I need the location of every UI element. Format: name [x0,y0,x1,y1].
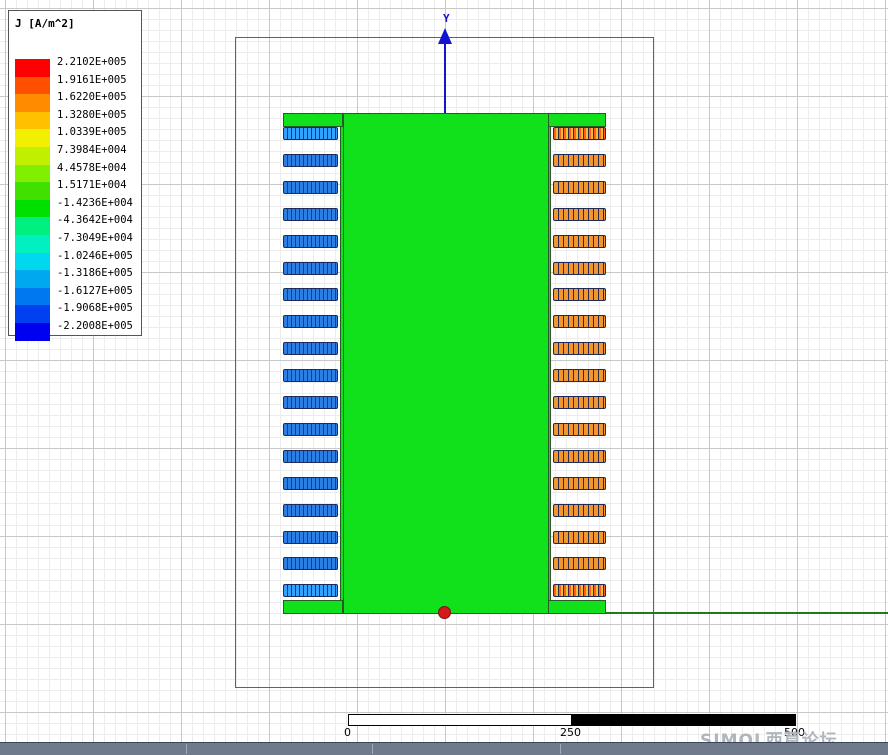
field-legend[interactable]: J [A/m^2] 2.2102E+005 1.9161E+005 1.6220E+… [8,10,142,341]
legend-label: 1.9161E+005 [57,73,127,86]
legend-swatch [15,147,50,165]
coil-turn-right[interactable] [553,530,606,544]
legend-label: 4.4578E+004 [57,161,127,174]
scale-label-0: 0 [344,726,351,739]
legend-title: J [A/m^2] [15,17,75,30]
legend-swatch [15,111,50,130]
coil-turn-right[interactable] [553,369,606,383]
legend-swatch [15,59,50,77]
coil-turn-left[interactable] [283,530,338,544]
legend-label: -1.4236E+004 [57,196,133,209]
coil-turn-right[interactable] [553,261,606,275]
transformer-core-center[interactable] [340,113,551,614]
legend-swatch [15,217,50,235]
legend-entry: -2.2008E+005 [15,320,141,341]
coil-turn-left[interactable] [283,476,338,490]
legend-label: 2.2102E+005 [57,56,127,68]
legend-label: 1.6220E+005 [57,91,127,104]
coil-turn-left[interactable] [283,153,338,167]
legend-swatch [15,76,50,95]
status-divider [186,744,187,754]
status-bar [0,742,888,755]
coil-turn-left[interactable] [283,288,338,302]
coil-turn-right[interactable] [553,342,606,356]
coil-turn-right[interactable] [553,476,606,490]
coil-turn-right[interactable] [553,127,606,140]
coil-turn-left[interactable] [283,557,338,571]
legend-label: -2.2008E+005 [57,320,133,332]
coil-turn-right[interactable] [553,207,606,221]
coil-turn-right[interactable] [553,288,606,302]
legend-label: -4.3642E+004 [57,214,133,227]
coil-turn-right[interactable] [553,315,606,329]
model-viewport[interactable]: Y J [A/m^2] 2.2102E+005 1.9161E+005 1.6220… [0,0,888,752]
core-yoke-top-right[interactable] [548,113,606,127]
legend-label: -1.0246E+005 [57,249,133,262]
legend-swatch [15,270,50,288]
coil-turn-left[interactable] [283,261,338,275]
legend-label: -1.9068E+005 [57,302,133,315]
coil-turn-right[interactable] [553,153,606,167]
legend-swatch [15,323,50,341]
scale-label-250: 250 [560,726,581,739]
legend-swatch [15,305,50,323]
legend-label: 1.5171E+004 [57,179,127,192]
scale-bar-white-segment [348,714,572,726]
coil-turn-right[interactable] [553,557,606,571]
coil-turn-right[interactable] [553,234,606,248]
scale-bar-black-segment [572,714,796,726]
legend-label: 7.3984E+004 [57,144,127,156]
coil-turn-left[interactable] [283,315,338,329]
coil-turn-left[interactable] [283,584,338,598]
legend-swatch [15,199,50,218]
core-edge-line [343,114,344,613]
coil-turn-left[interactable] [283,180,338,194]
legend-label: 1.3280E+005 [57,108,127,121]
coil-turn-right[interactable] [553,396,606,409]
status-divider [560,744,561,754]
status-divider [372,744,373,754]
legend-label: -1.6127E+005 [57,284,133,297]
coil-turn-right[interactable] [553,422,606,436]
x-axis-line [606,612,888,614]
core-edge-line [548,114,549,613]
coil-turn-left[interactable] [283,369,338,383]
legend-label: -1.3186E+005 [57,267,133,280]
legend-swatch [15,287,50,306]
legend-label: 1.0339E+005 [57,126,127,139]
coil-turn-left[interactable] [283,127,338,140]
legend-swatch [15,94,50,112]
coil-turn-left[interactable] [283,422,338,436]
origin-marker-icon [438,606,451,619]
coil-turn-left[interactable] [283,207,338,221]
y-axis-line [444,40,446,113]
legend-swatch [15,252,50,271]
y-axis-label: Y [443,12,450,25]
coil-turn-left[interactable] [283,449,338,463]
legend-swatch [15,164,50,183]
core-yoke-bottom-right[interactable] [548,600,606,614]
coil-turn-right[interactable] [553,503,606,517]
coil-turn-right[interactable] [553,180,606,194]
legend-swatch [15,129,50,147]
legend-swatch [15,182,50,200]
legend-swatch [15,235,50,253]
core-yoke-top-left[interactable] [283,113,343,127]
coil-turn-left[interactable] [283,342,338,356]
coil-turn-left[interactable] [283,234,338,248]
coil-turn-right[interactable] [553,584,606,598]
y-axis-arrow-icon [438,28,452,44]
coil-turn-left[interactable] [283,396,338,409]
coil-turn-right[interactable] [553,449,606,463]
coil-turn-left[interactable] [283,503,338,517]
legend-label: -7.3049E+004 [57,232,133,244]
core-yoke-bottom-left[interactable] [283,600,343,614]
